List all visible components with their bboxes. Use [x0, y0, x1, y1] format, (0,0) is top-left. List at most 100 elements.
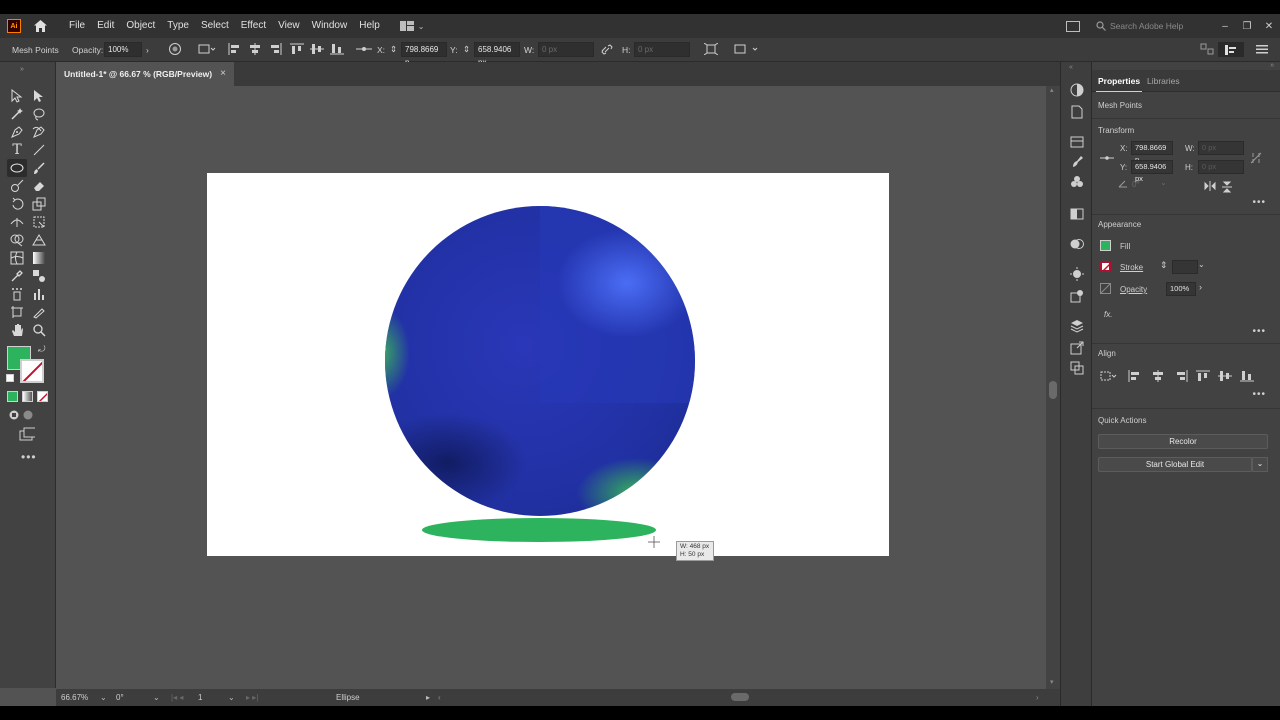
artboard[interactable]: [207, 173, 889, 556]
start-global-edit-button[interactable]: Start Global Edit: [1098, 457, 1252, 472]
collapse-panels-icon[interactable]: «: [1069, 64, 1073, 71]
zoom-level[interactable]: 66.67%: [61, 693, 88, 702]
libraries-icon[interactable]: [1069, 134, 1085, 150]
link-icon[interactable]: [600, 43, 614, 55]
status-menu-icon[interactable]: ▸: [426, 693, 430, 702]
reference-point-icon[interactable]: [356, 43, 372, 55]
stroke-color-swatch[interactable]: [1100, 261, 1111, 272]
x-field[interactable]: 798.8669 p: [401, 42, 447, 67]
stroke-swatch[interactable]: [20, 359, 44, 383]
angle-dropdown-icon[interactable]: ⌄: [1160, 178, 1167, 187]
stroke-weight-field[interactable]: [1172, 260, 1198, 274]
shaper-tool-icon[interactable]: [9, 178, 25, 194]
artboard-number[interactable]: 1: [198, 693, 202, 702]
collapse-arrows-icon[interactable]: »: [20, 66, 24, 73]
rotate-tool-icon[interactable]: [9, 196, 25, 212]
opacity-label[interactable]: Opacity:: [72, 45, 103, 55]
free-transform-tool-icon[interactable]: [31, 214, 47, 230]
menu-select[interactable]: Select: [195, 14, 235, 38]
align-right-icon[interactable]: [268, 43, 282, 55]
gradient-mode-icon[interactable]: [22, 391, 33, 402]
scroll-down-icon[interactable]: ▾: [1050, 678, 1054, 686]
graphic-styles-icon[interactable]: [1069, 288, 1085, 304]
first-artboard-icon[interactable]: |◂ ◂: [171, 693, 183, 702]
menu-type[interactable]: Type: [161, 14, 195, 38]
artboard-dropdown-icon[interactable]: ⌄: [228, 693, 235, 702]
panel-align-right-icon[interactable]: [1174, 370, 1188, 384]
scroll-left-icon[interactable]: ‹: [438, 693, 441, 702]
scroll-up-icon[interactable]: ▴: [1050, 86, 1054, 94]
color-guide-icon[interactable]: [1069, 82, 1085, 98]
close-tab-icon[interactable]: ×: [220, 68, 226, 79]
transform-more-icon[interactable]: •••: [1252, 197, 1266, 208]
pen-tool-icon[interactable]: [9, 124, 25, 140]
align-center-icon[interactable]: [248, 43, 262, 55]
mesh-tool-icon[interactable]: [9, 250, 25, 266]
opacity-chevron-icon[interactable]: ›: [1199, 282, 1202, 292]
appearance-more-icon[interactable]: •••: [1252, 326, 1266, 337]
h-field[interactable]: 0 px: [634, 42, 690, 57]
layers-icon[interactable]: [1069, 318, 1085, 334]
stroke-dropdown-icon[interactable]: ⌄: [1198, 260, 1205, 269]
menu-window[interactable]: Window: [306, 14, 354, 38]
type-tool-icon[interactable]: T: [9, 142, 25, 158]
menu-file[interactable]: File: [63, 14, 91, 38]
rotation-value[interactable]: 0°: [116, 693, 124, 702]
transform-icon[interactable]: [704, 43, 718, 55]
color-mode-icon[interactable]: [7, 391, 18, 402]
panel-collapse-icon[interactable]: »: [1270, 62, 1274, 69]
export-icon[interactable]: [1069, 340, 1085, 356]
panel-toggle-button[interactable]: [1218, 42, 1244, 57]
menu-list-icon[interactable]: [1256, 43, 1268, 55]
brushes-icon[interactable]: [1069, 154, 1085, 170]
constrain-proportions-icon[interactable]: [1250, 152, 1262, 166]
perspective-grid-tool-icon[interactable]: [31, 232, 47, 248]
panel-align-left-icon[interactable]: [1128, 370, 1142, 384]
align-to-icon[interactable]: [198, 43, 216, 55]
magic-wand-tool-icon[interactable]: [9, 106, 25, 122]
more-tools-icon[interactable]: •••: [21, 450, 37, 464]
gradient-tool-icon[interactable]: [31, 250, 47, 266]
scroll-right-icon[interactable]: ›: [1036, 693, 1039, 702]
document-info-icon[interactable]: [1069, 104, 1085, 120]
zoom-dropdown-icon[interactable]: ⌄: [100, 693, 107, 702]
default-colors-icon[interactable]: [6, 374, 14, 382]
opacity-field[interactable]: 100%: [104, 42, 142, 57]
y-field[interactable]: 658.9406 px: [474, 42, 520, 67]
panel-align-middle-icon[interactable]: [1218, 370, 1232, 384]
align-bottom-icon[interactable]: [330, 43, 344, 55]
reference-point-icon[interactable]: [1100, 154, 1114, 164]
panel-align-center-icon[interactable]: [1151, 370, 1165, 384]
fill-label[interactable]: Fill: [1120, 242, 1130, 251]
appearance-opacity-field[interactable]: 100%: [1166, 282, 1196, 296]
arrange-icon[interactable]: [1200, 43, 1214, 55]
angle-value[interactable]: 0°: [1132, 180, 1140, 189]
flip-horizontal-icon[interactable]: [1204, 181, 1216, 193]
shape-builder-options-icon[interactable]: [734, 43, 760, 55]
direct-selection-tool-icon[interactable]: [31, 88, 47, 104]
maximize-button[interactable]: ❐: [1236, 21, 1258, 32]
line-segment-tool-icon[interactable]: [31, 142, 47, 158]
slice-tool-icon[interactable]: [31, 304, 47, 320]
recolor-button[interactable]: Recolor: [1098, 434, 1268, 449]
appearance-icon[interactable]: [1069, 266, 1085, 282]
tab-properties[interactable]: Properties: [1098, 76, 1140, 86]
scale-tool-icon[interactable]: [31, 196, 47, 212]
stroke-stepper-icon[interactable]: ⇕: [1160, 260, 1168, 271]
transform-x-field[interactable]: 798.8669 p: [1131, 141, 1173, 164]
selection-tool-icon[interactable]: [9, 88, 25, 104]
workspace-switcher[interactable]: ⌄: [399, 21, 425, 31]
symbols-icon[interactable]: [1069, 174, 1085, 190]
blend-tool-icon[interactable]: [31, 268, 47, 284]
width-tool-icon[interactable]: [9, 214, 25, 230]
gradient-panel-icon[interactable]: [1069, 206, 1085, 222]
transform-w-field[interactable]: 0 px: [1198, 141, 1244, 155]
curvature-tool-icon[interactable]: [31, 124, 47, 140]
last-artboard-icon[interactable]: ▸ ▸|: [246, 693, 258, 702]
align-middle-icon[interactable]: [310, 43, 324, 55]
chevron-right-icon[interactable]: ›: [146, 45, 149, 55]
menu-view[interactable]: View: [272, 14, 306, 38]
align-more-icon[interactable]: •••: [1252, 389, 1266, 400]
document-tab[interactable]: Untitled-1* @ 66.67 % (RGB/Preview) ×: [56, 62, 234, 86]
eyedropper-tool-icon[interactable]: [9, 268, 25, 284]
